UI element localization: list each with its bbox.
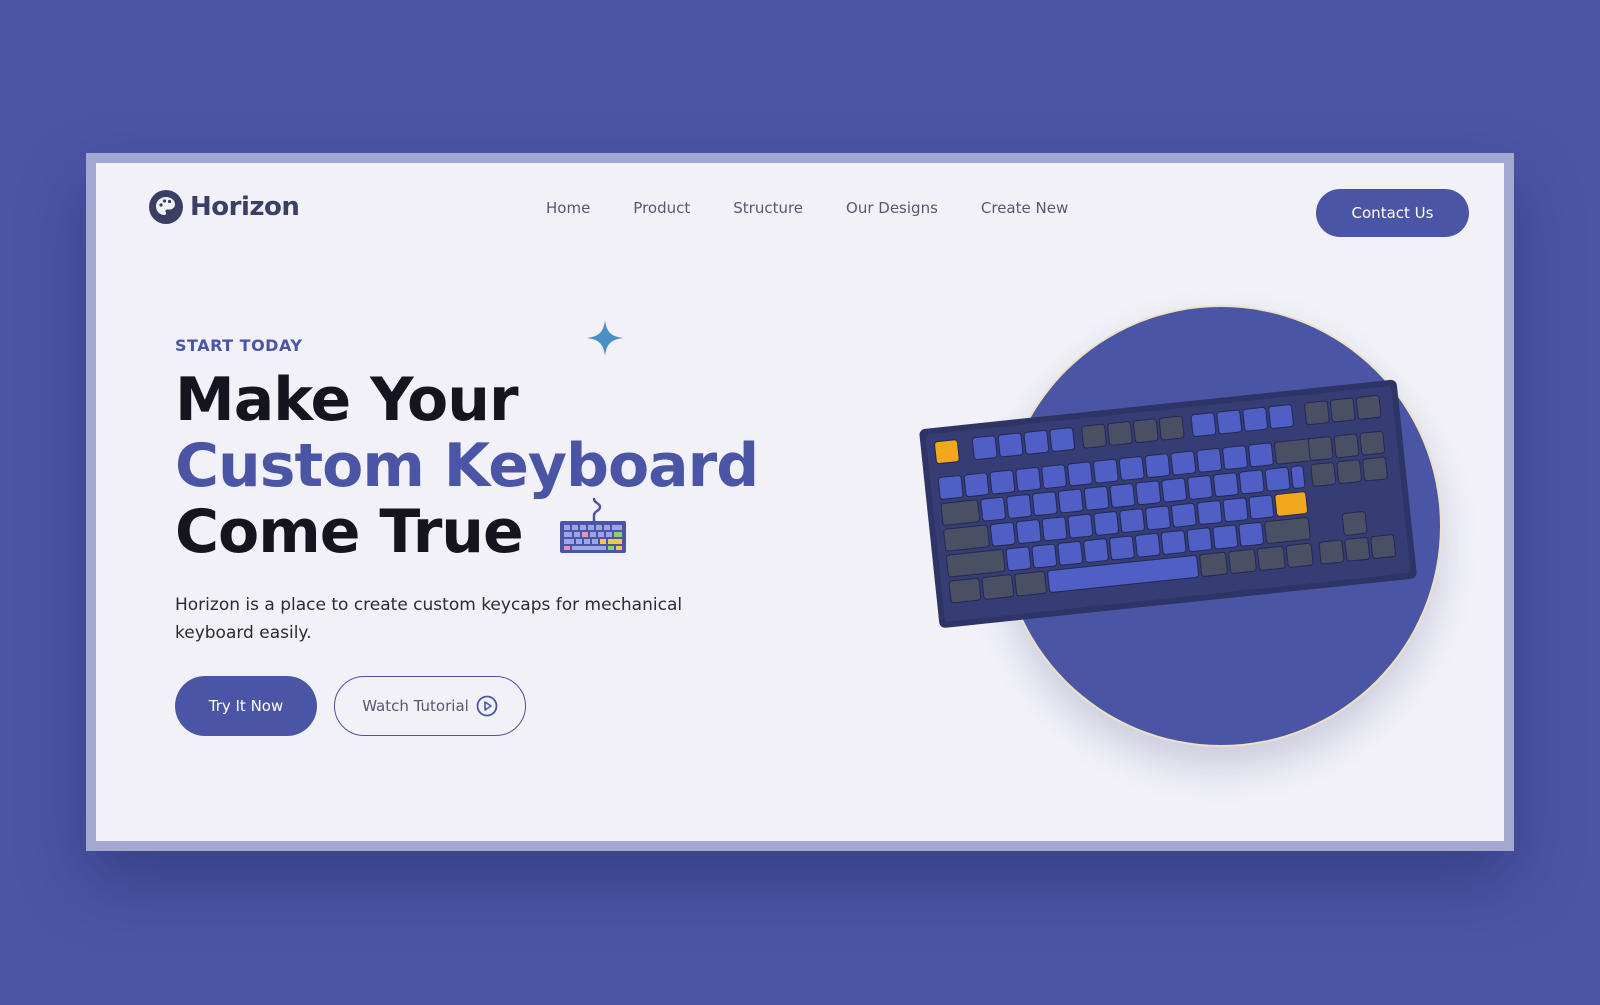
sparkle-icon <box>587 320 623 356</box>
hero-description: Horizon is a place to create custom keyc… <box>175 595 683 643</box>
contact-us-button[interactable]: Contact Us <box>1316 189 1469 237</box>
nav-item-create-new[interactable]: Create New <box>981 199 1068 217</box>
headline-line-3: Come True <box>175 497 524 567</box>
nav-item-home[interactable]: Home <box>546 199 590 217</box>
try-it-now-button[interactable]: Try It Now <box>175 676 317 736</box>
landing-page: Horizon Home Product Structure Our Desig… <box>96 163 1504 841</box>
nav-item-structure[interactable]: Structure <box>733 199 803 217</box>
hero-eyebrow: START TODAY <box>175 336 303 355</box>
watch-tutorial-label: Watch Tutorial <box>362 697 469 715</box>
watch-tutorial-button[interactable]: Watch Tutorial <box>334 676 526 736</box>
headline-line-1: Make Your <box>175 365 519 435</box>
palette-icon <box>149 190 183 224</box>
headline-line-2: Custom Keyboard <box>175 431 759 501</box>
hero-headline: Make Your Custom Keyboard Come True <box>175 365 759 567</box>
keyboard-product-image <box>919 379 1417 628</box>
hero-visual <box>916 293 1440 753</box>
nav-item-product[interactable]: Product <box>633 199 690 217</box>
nav-item-our-designs[interactable]: Our Designs <box>846 199 938 217</box>
keyboard-icon <box>560 497 626 553</box>
brand-logo[interactable]: Horizon <box>148 189 300 225</box>
play-circle-icon <box>476 695 498 717</box>
main-nav: Home Product Structure Our Designs Creat… <box>546 199 1111 217</box>
brand-name: Horizon <box>190 192 300 222</box>
